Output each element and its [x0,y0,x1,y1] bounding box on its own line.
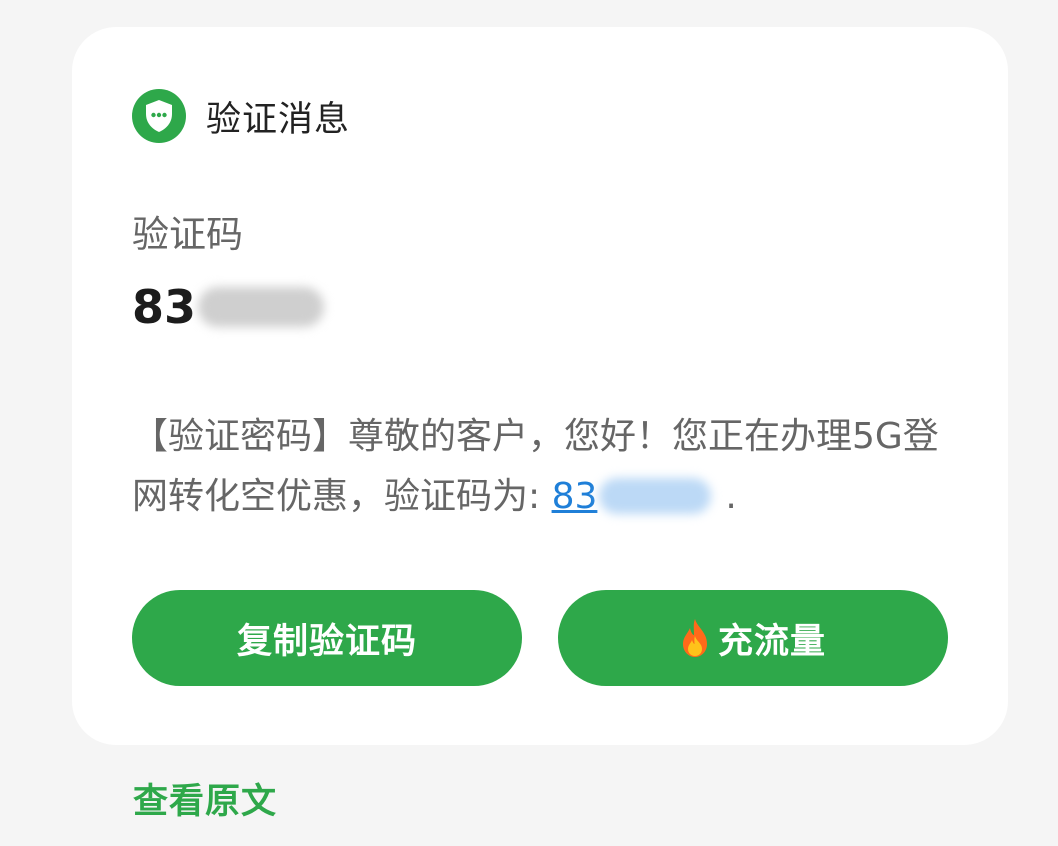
copy-code-label: 复制验证码 [236,621,417,662]
code-value[interactable]: 83 [132,279,325,335]
recharge-data-button[interactable]: 充流量 [558,590,948,686]
header-title: 验证消息 [206,99,351,140]
code-label: 验证码 [132,213,243,256]
message-code-link[interactable]: 83 [552,476,598,517]
fire-icon [680,618,710,658]
message-code-redacted-blur [599,478,712,514]
card-header: 验证消息 [132,89,350,143]
message-suffix: . [725,476,737,517]
code-value-text: 83 [132,280,197,334]
view-original-link[interactable]: 查看原文 [133,773,277,824]
code-redacted-blur [198,287,325,327]
copy-code-button[interactable]: 复制验证码 [132,590,522,686]
message-text: 【验证密码】尊敬的客户，您好！您正在办理5G登网转化空优惠，验证码为: [132,416,939,517]
shield-chat-icon [132,89,186,143]
message-body: 【验证密码】尊敬的客户，您好！您正在办理5G登网转化空优惠，验证码为: 83. [132,407,952,527]
verification-card: 验证消息 验证码 83 【验证密码】尊敬的客户，您好！您正在办理5G登网转化空优… [72,27,1008,745]
recharge-data-label: 充流量 [717,621,826,662]
